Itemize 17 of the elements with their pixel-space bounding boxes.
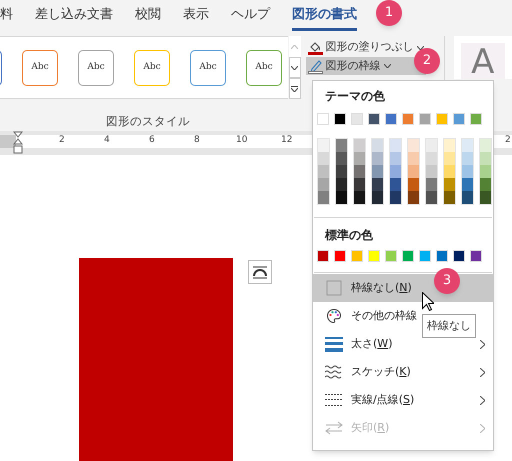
group-label: 図形のスタイル: [105, 113, 191, 130]
menu-item-label: 実線/点線(S): [351, 392, 414, 408]
ruler-number: 10: [236, 134, 248, 147]
ruler-number: 2: [505, 134, 511, 147]
ruler-number: 12: [281, 134, 292, 147]
menu-item-label: 枠線なし(N): [351, 280, 412, 296]
menu-heading: テーマの色: [325, 88, 386, 105]
ruler-number: 4: [104, 134, 110, 147]
ruler-number: 6: [149, 134, 155, 147]
menu-heading: 標準の色: [325, 227, 374, 244]
ruler-number: 8: [194, 134, 200, 147]
menu-item-label: 太さ(W): [351, 336, 392, 352]
menu-item-label: その他の枠線: [351, 308, 417, 324]
ruler-number: 2: [59, 134, 65, 147]
menu-item-label: 矢印(R): [351, 420, 390, 436]
hover-tooltip: 枠線なし: [422, 314, 476, 338]
menu-item-label: スケッチ(K): [351, 364, 411, 380]
